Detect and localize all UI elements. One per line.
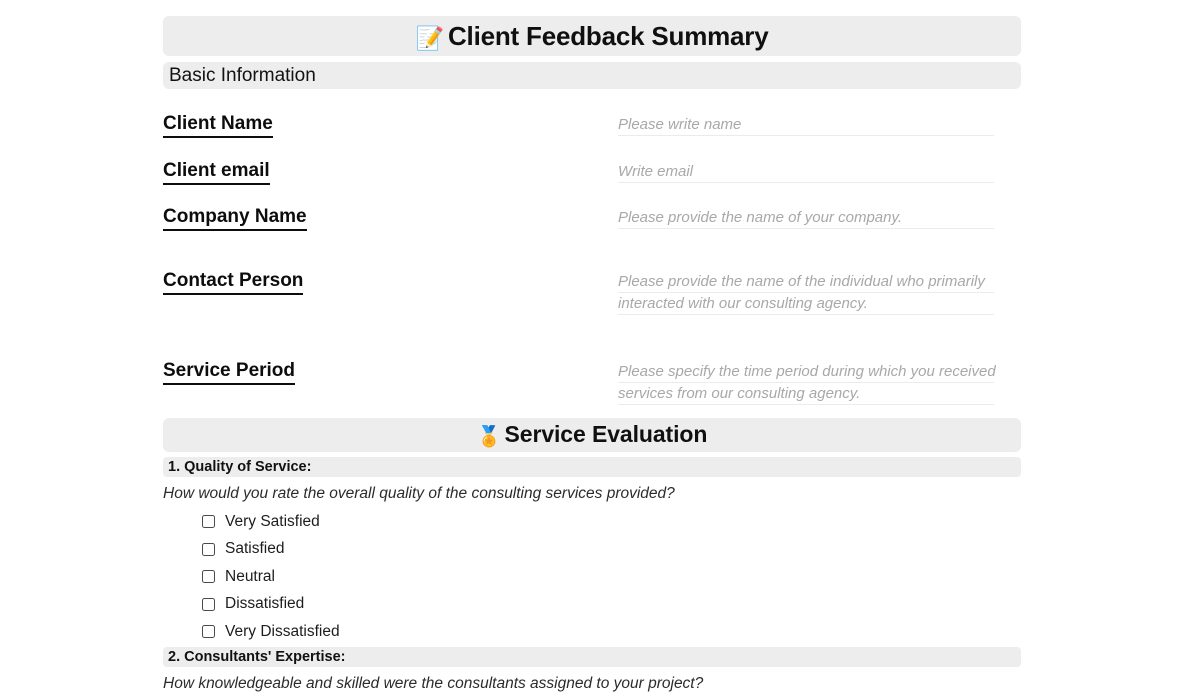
field-hint-client-name: Please write name [618, 114, 994, 136]
memo-icon: 📝 [415, 24, 445, 51]
option-label: Very Satisfied [225, 512, 320, 530]
field-hint-contact-person: Please provide the name of the individua… [618, 271, 994, 315]
field-row-company-name: Company Name Please provide the name of … [163, 205, 1021, 231]
option-label: Very Dissatisfied [225, 622, 340, 640]
field-row-client-email: Client email Write email [163, 159, 1021, 185]
section-title-service-evaluation: 🏅 Service Evaluation [477, 421, 708, 449]
field-label-container: Client email [163, 159, 618, 185]
hint-line: services from our consulting agency. [618, 383, 994, 405]
hint-line: Please provide the name of the individua… [618, 271, 994, 293]
option-neutral[interactable]: Neutral [202, 563, 340, 591]
field-hint-container[interactable]: Write email [618, 159, 1021, 185]
hint-line: interacted with our consulting agency. [618, 293, 994, 315]
question-prompt-quality-of-service: How would you rate the overall quality o… [163, 485, 675, 502]
field-row-contact-person: Contact Person Please provide the name o… [163, 269, 1021, 315]
field-label-contact-person: Contact Person [163, 269, 304, 295]
field-hint-container[interactable]: Please specify the time period during wh… [618, 359, 1021, 405]
hint-line: Please specify the time period during wh… [618, 361, 996, 383]
field-hint-container[interactable]: Please write name [618, 112, 1021, 138]
field-label-container: Service Period [163, 359, 618, 405]
question-header-consultants-expertise: 2. Consultants' Expertise: [163, 647, 1021, 667]
document-title-bar: 📝 Client Feedback Summary [163, 16, 1021, 56]
option-dissatisfied[interactable]: Dissatisfied [202, 591, 340, 619]
field-label-container: Contact Person [163, 269, 618, 315]
field-label-client-name: Client Name [163, 112, 273, 138]
section-header-service-evaluation: 🏅 Service Evaluation [163, 418, 1021, 452]
checkbox-icon[interactable] [202, 542, 215, 556]
field-label-service-period: Service Period [163, 359, 296, 385]
option-very-satisfied[interactable]: Very Satisfied [202, 508, 340, 536]
option-very-dissatisfied[interactable]: Very Dissatisfied [202, 618, 340, 646]
option-label: Neutral [225, 567, 275, 585]
section-title-text: Service Evaluation [504, 421, 708, 447]
hint-line: Please provide the name of your company. [618, 207, 994, 229]
option-list-quality-of-service: Very Satisfied Satisfied Neutral Dissati… [202, 508, 340, 646]
field-row-client-name: Client Name Please write name [163, 112, 1021, 138]
field-hint-service-period: Please specify the time period during wh… [618, 361, 996, 405]
option-satisfied[interactable]: Satisfied [202, 536, 340, 564]
field-hint-container[interactable]: Please provide the name of your company. [618, 205, 1021, 231]
question-header-quality-of-service: 1. Quality of Service: [163, 457, 1021, 477]
field-hint-container[interactable]: Please provide the name of the individua… [618, 269, 1021, 315]
field-row-service-period: Service Period Please specify the time p… [163, 359, 1021, 405]
section-header-basic-information: Basic Information [163, 62, 1021, 89]
hint-line: Write email [618, 161, 994, 183]
question-heading-text: 2. Consultants' Expertise: [168, 649, 346, 665]
document-page: 📝 Client Feedback Summary Basic Informati… [0, 0, 1200, 700]
page-title: 📝 Client Feedback Summary [416, 21, 769, 52]
question-prompt-consultants-expertise: How knowledgeable and skilled were the c… [163, 675, 704, 692]
checkbox-icon[interactable] [202, 597, 215, 611]
option-label: Satisfied [225, 540, 285, 558]
hint-line: Please write name [618, 114, 994, 136]
option-label: Dissatisfied [225, 595, 305, 613]
page-title-text: Client Feedback Summary [447, 20, 769, 51]
field-label-container: Company Name [163, 205, 618, 231]
field-label-company-name: Company Name [163, 205, 307, 231]
checkbox-icon[interactable] [202, 570, 215, 584]
checkbox-icon[interactable] [202, 515, 215, 529]
question-heading-text: 1. Quality of Service: [168, 459, 312, 475]
medal-icon: 🏅 [476, 426, 502, 448]
section-title-text: Basic Information [169, 64, 316, 86]
field-label-client-email: Client email [163, 159, 270, 185]
checkbox-icon[interactable] [202, 625, 215, 639]
field-label-container: Client Name [163, 112, 618, 138]
field-hint-client-email: Write email [618, 161, 994, 183]
field-hint-company-name: Please provide the name of your company. [618, 207, 994, 229]
